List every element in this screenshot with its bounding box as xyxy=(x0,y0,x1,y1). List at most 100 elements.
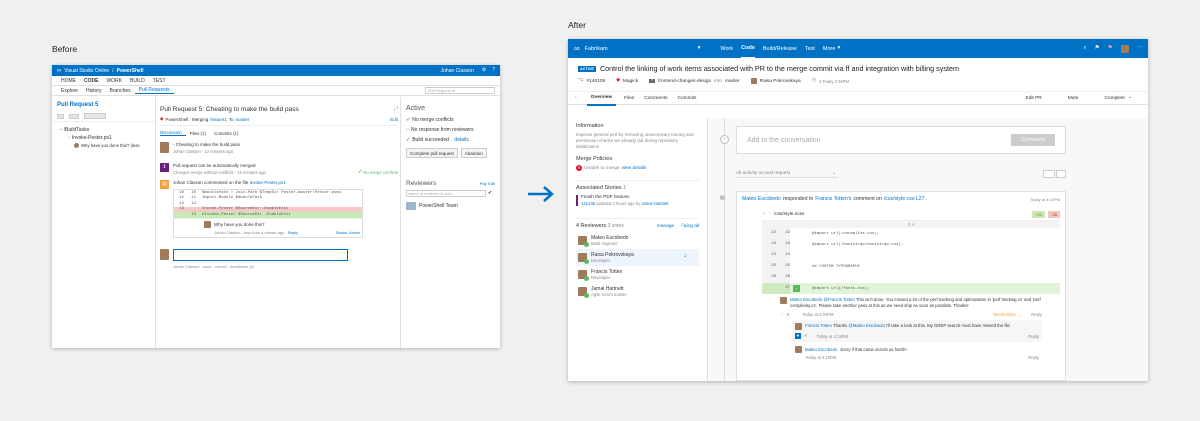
nav-code[interactable]: CODE xyxy=(80,78,102,84)
reply-link[interactable]: Reply xyxy=(1028,334,1039,339)
complete-button[interactable]: Complete xyxy=(1104,96,1125,101)
tab-discussion[interactable]: Discussion xyxy=(160,130,186,136)
activity-filter[interactable]: All activity on pull request xyxy=(736,171,838,178)
more-icon[interactable] xyxy=(1056,170,1066,178)
mute-button[interactable]: Mute xyxy=(1068,96,1079,101)
story-author[interactable]: Jamal Hartnett xyxy=(641,201,668,206)
comment-author[interactable]: Mateo Escobedo xyxy=(790,297,822,302)
reviewer-item[interactable]: Jamal Hartnett Agile scrum master xyxy=(576,283,699,300)
sidebar-folder[interactable]: /BuildTasks xyxy=(64,127,89,133)
commented-file-link[interactable]: Invoke-Pester.ps1 xyxy=(250,180,286,185)
manage-link[interactable]: manage xyxy=(657,224,674,229)
reply-link[interactable]: Reply xyxy=(1031,312,1042,317)
before-brand[interactable]: Visual Studio Online xyxy=(64,68,109,74)
reviewer-item[interactable]: Mateo Escobedo Build engineer xyxy=(576,232,699,249)
tab-overview[interactable]: Overview xyxy=(586,91,617,106)
view-details-link[interactable]: view details xyxy=(621,166,646,171)
nav-more[interactable]: More xyxy=(823,46,836,52)
collapse-icon[interactable]: ⌄ xyxy=(762,211,766,217)
diff-expand[interactable]: ⇕ 0 xyxy=(762,221,1060,228)
add-comment-icon[interactable]: + xyxy=(793,285,800,292)
chevron-down-icon[interactable]: ⌄ xyxy=(1019,312,1023,317)
subnav-explore[interactable]: Explore xyxy=(57,88,82,94)
chevron-down-icon[interactable]: ⌄ xyxy=(832,171,836,177)
comment-author[interactable]: Francis Totten xyxy=(805,323,832,328)
file-link[interactable]: /css/style.css L27. xyxy=(884,196,926,202)
nav-work[interactable]: Work xyxy=(720,46,733,52)
chevron-down-icon[interactable]: ⌄ xyxy=(1128,95,1132,101)
comment-filter-button[interactable] xyxy=(84,113,106,119)
target-branch[interactable]: master xyxy=(725,79,740,84)
source-branch[interactable]: frontend-changes-design xyxy=(658,79,711,84)
branch-feature1[interactable]: feature1 xyxy=(210,117,227,122)
list-view-icon[interactable] xyxy=(1043,170,1055,178)
story-title[interactable]: Finish the PDF feature. xyxy=(581,195,669,200)
tab-commits[interactable]: Commits xyxy=(677,96,696,101)
check-icon[interactable]: ✔ xyxy=(488,191,492,196)
comment-author[interactable]: Mateo Escobedo xyxy=(805,347,837,352)
comment-button[interactable]: Comment xyxy=(1011,134,1055,146)
nav-build[interactable]: BUILD xyxy=(126,78,149,84)
target-user-link[interactable]: Francis Totten's xyxy=(815,196,851,202)
reviewers-edit-link[interactable]: Edit xyxy=(488,181,495,186)
gear-icon[interactable]: ⚙ xyxy=(482,68,486,73)
reviewer-item[interactable]: Raisa Pokrovskaya Developer ♫ xyxy=(576,249,699,266)
branch-master[interactable]: master xyxy=(236,117,250,122)
reply-link[interactable]: Reply xyxy=(288,230,298,235)
mail-icon[interactable] xyxy=(57,113,64,119)
complete-pr-button[interactable]: Complete pull request xyxy=(406,148,458,158)
reply-link[interactable]: Reply xyxy=(1028,355,1039,360)
abandon-button[interactable]: Abandon xyxy=(460,148,487,158)
after-brand[interactable]: Fabrikam xyxy=(585,46,608,52)
conversation-input[interactable]: Add to the conversation xyxy=(747,137,1011,144)
pr-id-search[interactable]: Pull Request Id xyxy=(425,87,495,94)
responder-link[interactable]: Mateo Escobedo xyxy=(742,196,781,202)
before-project[interactable]: PowerShell xyxy=(117,68,144,74)
reviewer-item[interactable]: Francis Totten Developer xyxy=(576,266,699,283)
tab-commits[interactable]: Commits (1) xyxy=(210,131,243,136)
search-icon[interactable]: ⌕ xyxy=(1084,45,1087,52)
view-icon[interactable] xyxy=(69,113,79,119)
edit-pr-button[interactable]: Edit PR xyxy=(1026,96,1042,101)
back-icon[interactable]: ← xyxy=(574,95,579,101)
like-icon[interactable]: ♡ xyxy=(780,312,784,317)
sidebar-comment[interactable]: Why have you done this? (less xyxy=(81,143,140,148)
flag-icon[interactable]: ⚑ xyxy=(1095,45,1100,52)
repo-name[interactable]: Magick xyxy=(623,79,638,84)
edit-link[interactable]: Edit xyxy=(390,117,398,122)
notifications-icon[interactable]: ⚑ xyxy=(1108,45,1113,52)
status-dropdown[interactable]: Needs More xyxy=(993,312,1016,317)
chevron-down-icon[interactable]: ▾ xyxy=(698,45,701,52)
status-dropdown[interactable]: Status: Active xyxy=(336,230,360,235)
sidebar-file[interactable]: Invoke-Pester.ps1 xyxy=(72,135,112,141)
details-link[interactable]: details xyxy=(454,137,468,143)
nav-test[interactable]: TEST xyxy=(149,78,170,84)
dislike-icon[interactable]: ✕ xyxy=(804,333,808,338)
pay-link[interactable]: Pay xyxy=(480,181,487,186)
story-id[interactable]: 141235 xyxy=(581,201,595,206)
chevron-down-icon[interactable]: ▾ xyxy=(837,45,840,52)
nav-work[interactable]: WORK xyxy=(102,78,126,84)
subnav-pull-requests[interactable]: Pull Requests xyxy=(134,87,174,94)
bell-icon[interactable]: ♫ xyxy=(683,254,687,260)
more-icon[interactable]: ⋯ xyxy=(1137,45,1143,52)
before-user[interactable]: Johan Classon xyxy=(441,68,474,74)
nav-code[interactable]: Code xyxy=(741,39,755,58)
subnav-branches[interactable]: Branches xyxy=(106,88,135,94)
diff-file-name[interactable]: /css/style.scss xyxy=(774,212,805,217)
avatar[interactable] xyxy=(1120,44,1129,53)
like-icon[interactable]: ♥ xyxy=(795,333,801,340)
tab-files[interactable]: Files xyxy=(624,96,634,101)
expand-icon[interactable]: ⤢ xyxy=(394,107,398,112)
reviewer-input[interactable]: Name of reviewer to add xyxy=(406,190,486,197)
nav-home[interactable]: HOME xyxy=(57,78,80,84)
subnav-history[interactable]: History xyxy=(82,88,106,94)
help-icon[interactable]: ? xyxy=(492,68,495,73)
ping-all-link[interactable]: ping all xyxy=(684,224,699,229)
tab-files[interactable]: Files (1) xyxy=(186,131,210,136)
tab-comments[interactable]: Comments xyxy=(644,96,667,101)
nav-test[interactable]: Test xyxy=(805,46,815,52)
nav-build-release[interactable]: Build/Release xyxy=(763,46,797,52)
diff-line: 27 + @import url(/fonts.css); xyxy=(762,283,1060,294)
comment-input[interactable] xyxy=(173,248,348,261)
